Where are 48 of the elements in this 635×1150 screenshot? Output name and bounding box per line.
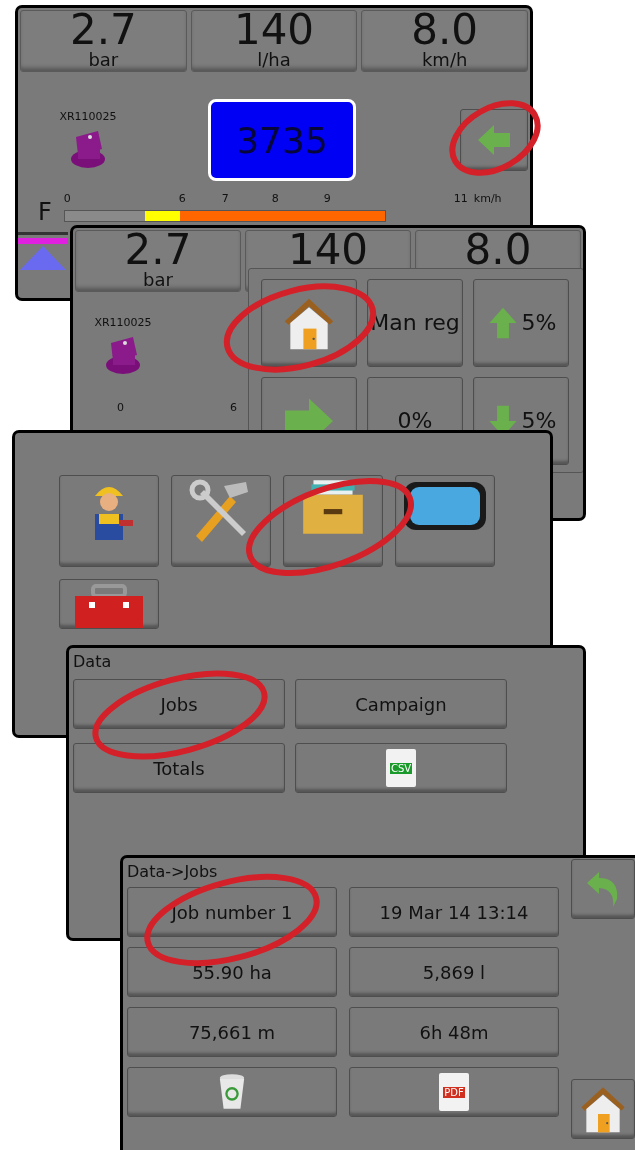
scale-label: 9 [323, 192, 331, 205]
section-label: F [38, 198, 52, 226]
scale-label: 8 [271, 192, 279, 205]
readout-unit: km/h [421, 49, 468, 71]
home-button[interactable] [571, 1079, 635, 1139]
nozzle-label: XR110025 [94, 316, 152, 329]
menu-button[interactable]: Campaign [295, 679, 507, 729]
menu-button[interactable]: 5,869 l [349, 947, 559, 997]
file-type-label: PDF [443, 1086, 465, 1098]
menu-button[interactable]: 5% [473, 279, 569, 367]
menu-button[interactable]: 19 Mar 14 13:14 [349, 887, 559, 937]
menu-button[interactable]: 6h 48m [349, 1007, 559, 1057]
back-button[interactable] [571, 859, 635, 919]
readout-unit: bar [143, 269, 173, 291]
file-type-label: CSV [389, 762, 413, 774]
menu-button[interactable]: 75,661 m [127, 1007, 337, 1057]
scale-label: 0 [117, 401, 124, 414]
scale-label: 11 [453, 192, 468, 205]
readout-value: 2.7 [124, 231, 192, 269]
nozzle-label: XR110025 [59, 109, 117, 123]
screen-title: Data [72, 651, 113, 671]
scale-label: 6 [230, 401, 237, 414]
screen-title: Data->Jobs [126, 861, 219, 881]
menu-button[interactable]: 55.90 ha [127, 947, 337, 997]
export-button[interactable]: PDF [349, 1067, 559, 1117]
boom-icon [18, 230, 68, 270]
menu-button[interactable]: Job number 1 [127, 887, 337, 937]
recycle-bin-icon [218, 1073, 246, 1111]
readout-value: 140 [287, 231, 369, 269]
menu-button[interactable]: Jobs [73, 679, 285, 729]
scale-label: 7 [221, 192, 229, 205]
counter-display: 3735 [208, 99, 356, 181]
readout-value: 140 [233, 11, 315, 49]
menu-icon-button[interactable] [59, 475, 159, 567]
menu-button[interactable]: Totals [73, 743, 285, 793]
menu-icon-button[interactable] [171, 475, 271, 567]
delete-button[interactable] [127, 1067, 337, 1117]
scale-label: 6 [178, 192, 186, 205]
readout-value: 2.7 [69, 11, 137, 49]
export-button[interactable]: CSV [295, 743, 507, 793]
scale-label: 0 [63, 192, 71, 205]
readout-unit: bar [88, 49, 119, 71]
menu-icon-button[interactable] [59, 579, 159, 629]
readout-value: 8.0 [411, 11, 479, 49]
readout-unit: l/ha [257, 49, 291, 71]
readout-value: 8.0 [464, 231, 532, 269]
menu-icon-button[interactable] [395, 475, 495, 567]
scale-unit: km/h [473, 192, 502, 205]
